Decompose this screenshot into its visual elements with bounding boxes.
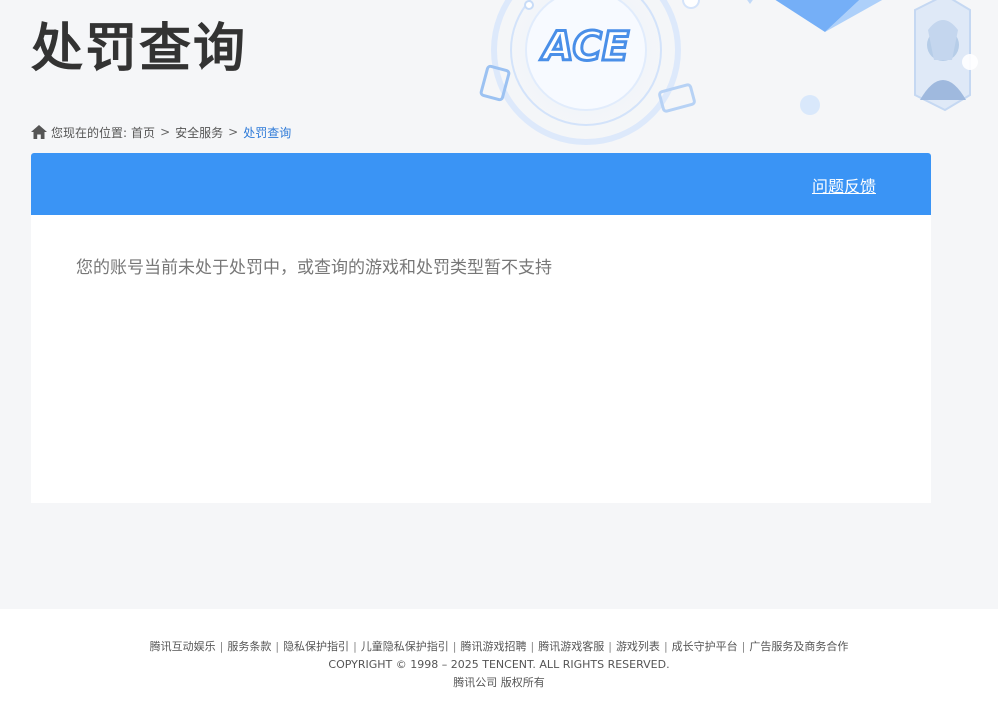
footer-link-terms[interactable]: 服务条款 <box>227 640 271 653</box>
page-footer: 腾讯互动娱乐 | 服务条款 | 隐私保护指引 | 儿童隐私保护指引 | 腾讯游戏招聘 | 腾讯游戏客… <box>0 609 998 716</box>
footer-link-support[interactable]: 腾讯游戏客服 <box>538 640 604 653</box>
footer-links: 腾讯互动娱乐 | 服务条款 | 隐私保护指引 | 儿童隐私保护指引 | 腾讯游戏招聘 | 腾讯游戏客… <box>149 640 849 653</box>
footer-link-child-privacy[interactable]: 儿童隐私保护指引 <box>361 640 449 653</box>
page-header: ACE 处罚查询 您现在的位置: 首页 > 安全服务 > 处罚查询 <box>0 0 998 152</box>
ace-logo-text: ACE <box>540 24 629 70</box>
result-message: 您的账号当前未处于处罚中，或查询的游戏和处罚类型暂不支持 <box>76 258 552 278</box>
panel-header-bar: 问题反馈 <box>31 153 931 215</box>
breadcrumb-prefix: 您现在的位置: <box>51 125 128 140</box>
footer-link-careers[interactable]: 腾讯游戏招聘 <box>461 640 527 653</box>
footer-link-advertising[interactable]: 广告服务及商务合作 <box>749 640 848 653</box>
character-decoration <box>747 0 978 115</box>
home-icon <box>31 125 47 139</box>
page-title: 处罚查询 <box>31 19 248 79</box>
feedback-link[interactable]: 问题反馈 <box>812 173 876 197</box>
footer-link-game-list[interactable]: 游戏列表 <box>616 640 660 653</box>
breadcrumb-current: 处罚查询 <box>243 125 292 140</box>
breadcrumb-item-security-services[interactable]: 安全服务 <box>175 124 223 141</box>
breadcrumb-separator: > <box>228 125 239 139</box>
breadcrumb: 您现在的位置: 首页 > 安全服务 > 处罚查询 <box>31 122 291 142</box>
ace-logo-decoration: ACE <box>479 0 700 152</box>
footer-company: 腾讯公司 版权所有 <box>453 676 545 689</box>
breadcrumb-item-home[interactable]: 首页 <box>131 124 155 141</box>
footer-link-growth-guardian[interactable]: 成长守护平台 <box>672 640 738 653</box>
footer-copyright: COPYRIGHT © 1998 – 2025 TENCENT. ALL RIG… <box>328 658 670 671</box>
result-panel: 问题反馈 您的账号当前未处于处罚中，或查询的游戏和处罚类型暂不支持 <box>31 153 931 503</box>
footer-link-tencent-games[interactable]: 腾讯互动娱乐 <box>150 640 216 653</box>
footer-link-privacy[interactable]: 隐私保护指引 <box>283 640 349 653</box>
breadcrumb-separator: > <box>160 125 171 139</box>
